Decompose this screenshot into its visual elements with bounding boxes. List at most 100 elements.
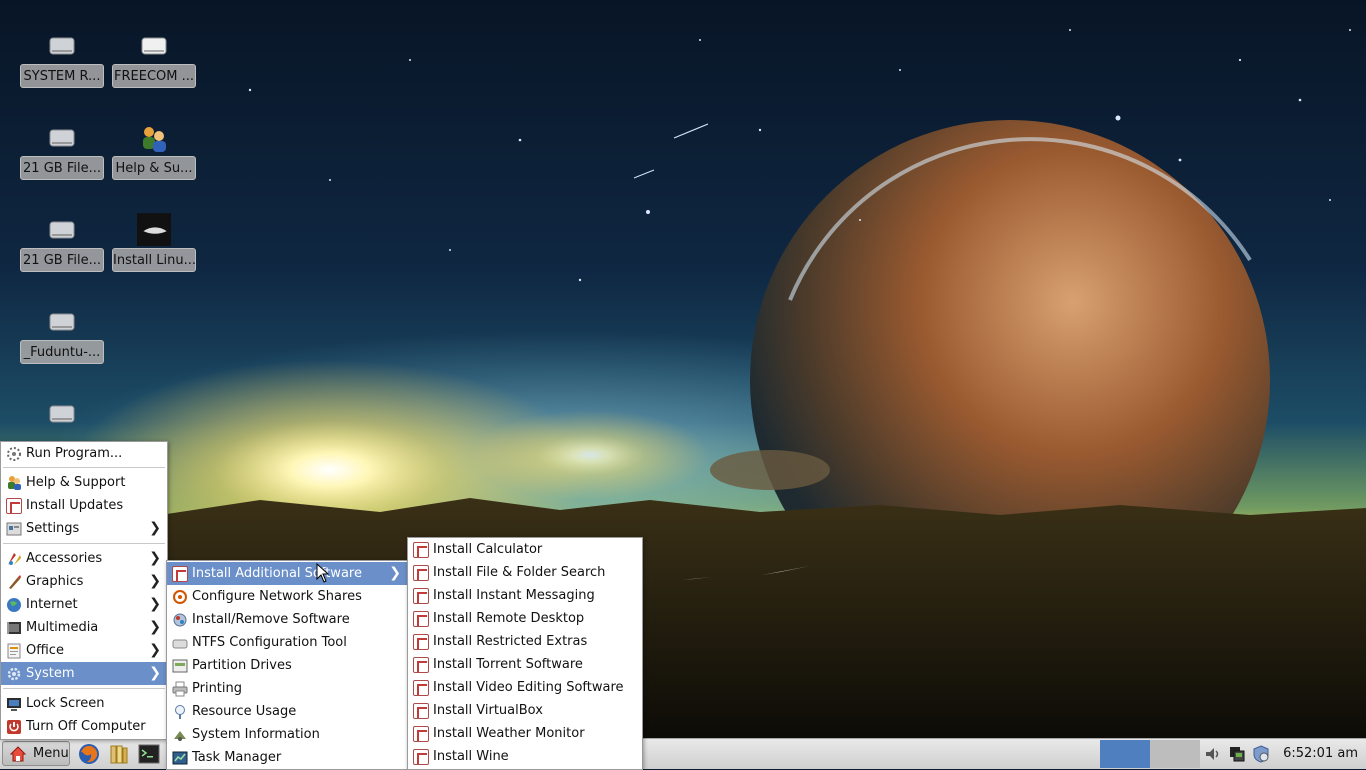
- menu-item-label: Install VirtualBox: [433, 703, 543, 718]
- desktop-icon-label: SYSTEM R...: [20, 64, 104, 88]
- menu-item-install-wine[interactable]: Install Wine: [408, 745, 642, 768]
- desktop-icon-help-support[interactable]: Help & Su...: [112, 122, 196, 202]
- desktop-icon-drive[interactable]: _Fuduntu-...: [20, 306, 104, 386]
- menu-item-resource-usage[interactable]: Resource Usage: [167, 700, 407, 723]
- help-support-icon: [143, 127, 166, 152]
- menu-item-label: Resource Usage: [192, 704, 297, 719]
- lock-screen-icon: [7, 698, 21, 711]
- menu-item-label: System: [26, 666, 75, 681]
- menu-item-help-support[interactable]: Help & Support: [1, 471, 167, 494]
- main-menu: Run Program... Help & Support Install Up…: [0, 441, 168, 740]
- network-icon[interactable]: [1228, 745, 1246, 763]
- menu-item-label: Partition Drives: [192, 658, 292, 673]
- menu-separator: [3, 688, 165, 689]
- ntfs-drive-icon: [172, 639, 188, 649]
- system-gear-icon: [7, 667, 21, 681]
- menu-item-task-manager[interactable]: Task Manager: [167, 746, 407, 769]
- menu-item-install-remote-desktop[interactable]: Install Remote Desktop: [408, 607, 642, 630]
- system-submenu: Install Additional Software ❯ Configure …: [166, 560, 408, 770]
- desktop-icon-label: 21 GB File...: [20, 248, 104, 272]
- menu-item-label: Office: [26, 643, 64, 658]
- menu-item-label: Settings: [26, 521, 80, 536]
- menu-item-label: Printing: [192, 681, 243, 696]
- office-icon: [7, 643, 21, 659]
- menu-item-graphics[interactable]: Graphics ❯: [1, 570, 167, 593]
- menu-item-install-remove-software[interactable]: Install/Remove Software: [167, 608, 407, 631]
- package-icon: [413, 680, 429, 696]
- drive-icon: [49, 405, 75, 423]
- menu-item-turn-off-computer[interactable]: Turn Off Computer: [1, 715, 167, 738]
- desktop-icon-install-linux-lite[interactable]: Install Linu...: [112, 213, 196, 294]
- menu-item-configure-network-shares[interactable]: Configure Network Shares: [167, 585, 407, 608]
- submenu-arrow-icon: ❯: [149, 596, 161, 612]
- menu-item-printing[interactable]: Printing: [167, 677, 407, 700]
- graphics-icon: [9, 575, 21, 589]
- firefox-icon[interactable]: [78, 743, 100, 765]
- menu-item-label: Install Restricted Extras: [433, 634, 588, 649]
- file-manager-icon[interactable]: [108, 743, 130, 765]
- menu-item-lock-screen[interactable]: Lock Screen: [1, 692, 167, 715]
- desktop-icon-drive[interactable]: 21 GB File...: [20, 122, 104, 202]
- menu-item-label: Install Remote Desktop: [433, 611, 585, 626]
- menu-item-label: Install/Remove Software: [192, 612, 350, 627]
- clock[interactable]: 6:52:01 am: [1283, 739, 1358, 769]
- submenu-arrow-icon: ❯: [149, 573, 161, 589]
- menu-item-install-video-editing-software[interactable]: Install Video Editing Software: [408, 676, 642, 699]
- printer-icon: [172, 681, 188, 697]
- menu-item-partition-drives[interactable]: Partition Drives: [167, 654, 407, 677]
- menu-item-label: Accessories: [26, 551, 103, 566]
- menu-item-system-information[interactable]: System Information: [167, 723, 407, 746]
- linux-lite-logo-icon: [137, 213, 171, 246]
- desktop-icon-drive[interactable]: SYSTEM R...: [20, 30, 104, 110]
- run-program-icon: [7, 447, 21, 461]
- desktop-icon-label: Help & Su...: [112, 156, 196, 180]
- menu-item-label: System Information: [192, 727, 320, 742]
- menu-item-label: Install Calculator: [433, 542, 543, 557]
- mouse-cursor-icon: [316, 563, 330, 583]
- menu-item-install-instant-messaging[interactable]: Install Instant Messaging: [408, 584, 642, 607]
- menu-item-install-file-folder-search[interactable]: Install File & Folder Search: [408, 561, 642, 584]
- volume-icon[interactable]: [1204, 745, 1222, 763]
- package-icon: [413, 657, 429, 673]
- workspace-2[interactable]: [1150, 740, 1200, 768]
- desktop-icon-drive[interactable]: FREECOM ...: [112, 30, 196, 110]
- menu-item-settings[interactable]: Settings ❯: [1, 517, 167, 540]
- menu-item-label: Multimedia: [26, 620, 99, 635]
- home-icon: [9, 746, 27, 762]
- menu-item-install-additional-software[interactable]: Install Additional Software ❯: [167, 562, 407, 585]
- settings-icon: [6, 522, 22, 536]
- drive-icon: [49, 221, 75, 239]
- menu-item-label: Install File & Folder Search: [433, 565, 606, 580]
- menu-item-accessories[interactable]: Accessories ❯: [1, 547, 167, 570]
- menu-item-install-calculator[interactable]: Install Calculator: [408, 538, 642, 561]
- menu-item-install-torrent-software[interactable]: Install Torrent Software: [408, 653, 642, 676]
- terminal-icon[interactable]: [138, 743, 160, 765]
- menu-item-install-restricted-extras[interactable]: Install Restricted Extras: [408, 630, 642, 653]
- menu-item-label: Internet: [26, 597, 78, 612]
- menu-item-internet[interactable]: Internet ❯: [1, 593, 167, 616]
- submenu-arrow-icon: ❯: [149, 550, 161, 566]
- desktop-icon-label: 21 GB File...: [20, 156, 104, 180]
- menu-item-label: Task Manager: [192, 750, 282, 765]
- network-shares-icon: [173, 590, 187, 604]
- system-info-icon: [174, 731, 186, 741]
- package-icon: [413, 634, 429, 650]
- start-menu-button[interactable]: Menu: [2, 741, 70, 766]
- menu-item-run-program[interactable]: Run Program...: [1, 442, 167, 465]
- menu-item-multimedia[interactable]: Multimedia ❯: [1, 616, 167, 639]
- menu-item-install-weather-monitor[interactable]: Install Weather Monitor: [408, 722, 642, 745]
- menu-item-label: Lock Screen: [26, 696, 105, 711]
- menu-item-ntfs-configuration-tool[interactable]: NTFS Configuration Tool: [167, 631, 407, 654]
- menu-item-system[interactable]: System ❯: [1, 662, 167, 685]
- workspace-1[interactable]: [1100, 740, 1150, 768]
- update-shield-icon[interactable]: [1252, 745, 1270, 763]
- menu-item-label: Install Weather Monitor: [433, 726, 585, 741]
- desktop-icon-drive[interactable]: 21 GB File...: [20, 214, 104, 294]
- menu-item-install-virtualbox[interactable]: Install VirtualBox: [408, 699, 642, 722]
- internet-icon: [7, 598, 21, 612]
- menu-item-install-updates[interactable]: Install Updates: [1, 494, 167, 517]
- help-support-icon: [8, 476, 21, 490]
- menu-item-office[interactable]: Office ❯: [1, 639, 167, 662]
- partition-icon: [172, 659, 188, 673]
- desktop-icon-label: FREECOM ...: [112, 64, 196, 88]
